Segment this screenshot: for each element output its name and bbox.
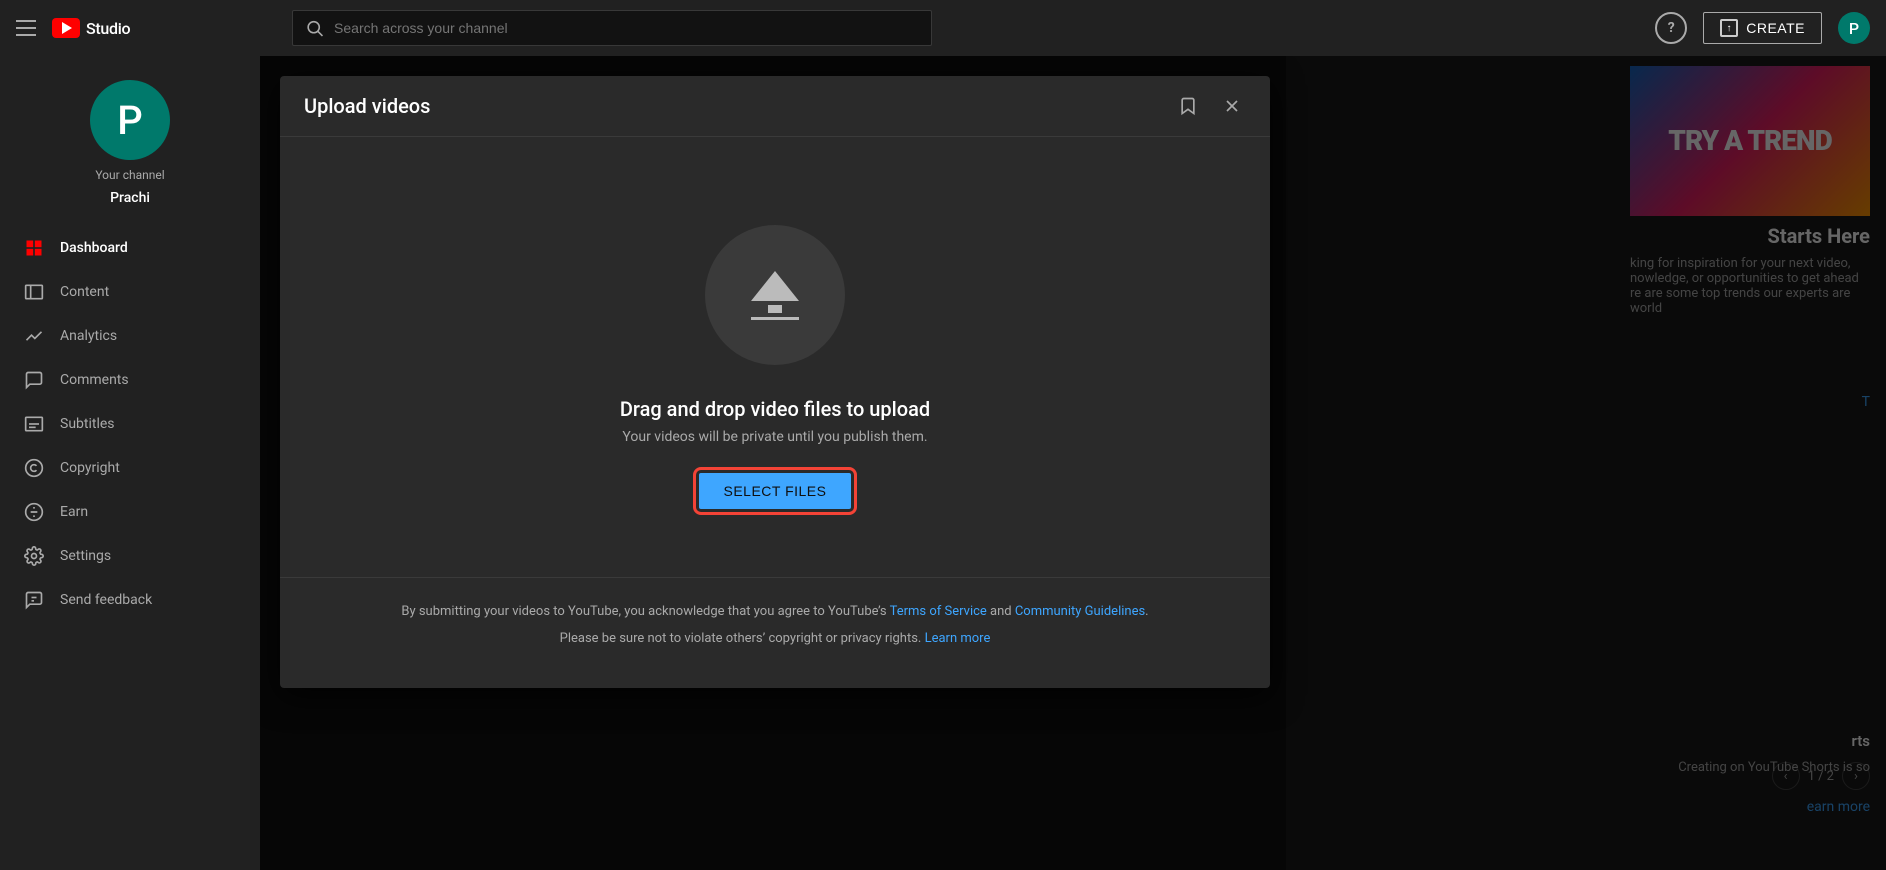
copyright-icon bbox=[24, 458, 44, 478]
create-label: CREATE bbox=[1746, 20, 1805, 36]
community-guidelines-link[interactable]: Community Guidelines bbox=[1015, 604, 1145, 619]
upload-modal: Upload videos bbox=[280, 76, 1270, 688]
avatar[interactable]: P bbox=[1838, 12, 1870, 44]
comments-icon bbox=[24, 370, 44, 390]
terms-of-service-link[interactable]: Terms of Service bbox=[890, 604, 987, 619]
content-icon bbox=[24, 282, 44, 302]
create-button[interactable]: ↑ CREATE bbox=[1703, 12, 1822, 44]
sidebar-label-copyright: Copyright bbox=[60, 460, 120, 476]
youtube-logo bbox=[52, 18, 80, 38]
sidebar-label-earn: Earn bbox=[60, 504, 88, 520]
feedback-icon bbox=[24, 590, 44, 610]
sidebar-label-feedback: Send feedback bbox=[60, 592, 152, 608]
channel-avatar: P bbox=[90, 80, 170, 160]
content-area: TRY A TREND Starts Here king for inspira… bbox=[260, 56, 1886, 870]
sidebar-item-comments[interactable]: Comments bbox=[0, 358, 260, 402]
upload-circle bbox=[705, 225, 845, 365]
sidebar-item-copyright[interactable]: Copyright bbox=[0, 446, 260, 490]
nav-left: Studio bbox=[16, 16, 276, 40]
modal-header: Upload videos bbox=[280, 76, 1270, 137]
earn-icon bbox=[24, 502, 44, 522]
sidebar-item-dashboard[interactable]: Dashboard bbox=[0, 226, 260, 270]
nav-right: ? ↑ CREATE P bbox=[1655, 12, 1870, 44]
studio-label: Studio bbox=[86, 19, 130, 38]
modal-footer: By submitting your videos to YouTube, yo… bbox=[280, 577, 1270, 688]
close-icon[interactable] bbox=[1218, 92, 1246, 120]
sidebar-item-subtitles[interactable]: Subtitles bbox=[0, 402, 260, 446]
sidebar: P Your channel Prachi Dashboard Content … bbox=[0, 56, 260, 870]
create-upload-icon: ↑ bbox=[1720, 19, 1738, 37]
sidebar-item-earn[interactable]: Earn bbox=[0, 490, 260, 534]
modal-title: Upload videos bbox=[304, 94, 430, 118]
arrow-body bbox=[768, 305, 782, 313]
sidebar-item-analytics[interactable]: Analytics bbox=[0, 314, 260, 358]
modal-overlay: Upload videos bbox=[260, 56, 1886, 870]
sidebar-label-subtitles: Subtitles bbox=[60, 416, 115, 432]
sidebar-label-dashboard: Dashboard bbox=[60, 240, 128, 256]
menu-icon[interactable] bbox=[16, 16, 40, 40]
arrow-up bbox=[751, 271, 799, 301]
drag-drop-title: Drag and drop video files to upload bbox=[620, 397, 930, 421]
modal-body: Drag and drop video files to upload Your… bbox=[280, 137, 1270, 577]
modal-header-icons bbox=[1174, 92, 1246, 120]
select-files-button[interactable]: SELECT FILES bbox=[699, 473, 850, 509]
channel-info: P Your channel Prachi bbox=[0, 64, 260, 226]
sidebar-item-send-feedback[interactable]: Send feedback bbox=[0, 578, 260, 622]
sidebar-item-content[interactable]: Content bbox=[0, 270, 260, 314]
settings-icon bbox=[24, 546, 44, 566]
learn-more-link[interactable]: Learn more bbox=[925, 631, 991, 646]
upload-arrow-icon bbox=[751, 271, 799, 320]
sidebar-label-settings: Settings bbox=[60, 548, 111, 564]
sidebar-label-comments: Comments bbox=[60, 372, 129, 388]
bookmark-icon[interactable] bbox=[1174, 92, 1202, 120]
sidebar-item-settings[interactable]: Settings bbox=[0, 534, 260, 578]
main-layout: P Your channel Prachi Dashboard Content … bbox=[0, 56, 1886, 870]
top-navigation: Studio ? ↑ CREATE P bbox=[0, 0, 1886, 56]
footer-text-1: By submitting your videos to YouTube, yo… bbox=[320, 602, 1230, 623]
arrow-base bbox=[751, 317, 799, 320]
search-bar[interactable] bbox=[292, 10, 932, 46]
logo-area: Studio bbox=[52, 18, 130, 38]
channel-label: Your channel bbox=[95, 168, 164, 182]
dashboard-icon bbox=[24, 238, 44, 258]
sidebar-label-content: Content bbox=[60, 284, 109, 300]
analytics-icon bbox=[24, 326, 44, 346]
search-icon bbox=[305, 18, 324, 38]
drag-drop-subtitle: Your videos will be private until you pu… bbox=[622, 429, 927, 445]
subtitles-icon bbox=[24, 414, 44, 434]
search-input[interactable] bbox=[334, 20, 919, 36]
sidebar-label-analytics: Analytics bbox=[60, 328, 117, 344]
channel-name: Prachi bbox=[110, 190, 150, 206]
help-button[interactable]: ? bbox=[1655, 12, 1687, 44]
footer-text-2: Please be sure not to violate others’ co… bbox=[320, 629, 1230, 650]
